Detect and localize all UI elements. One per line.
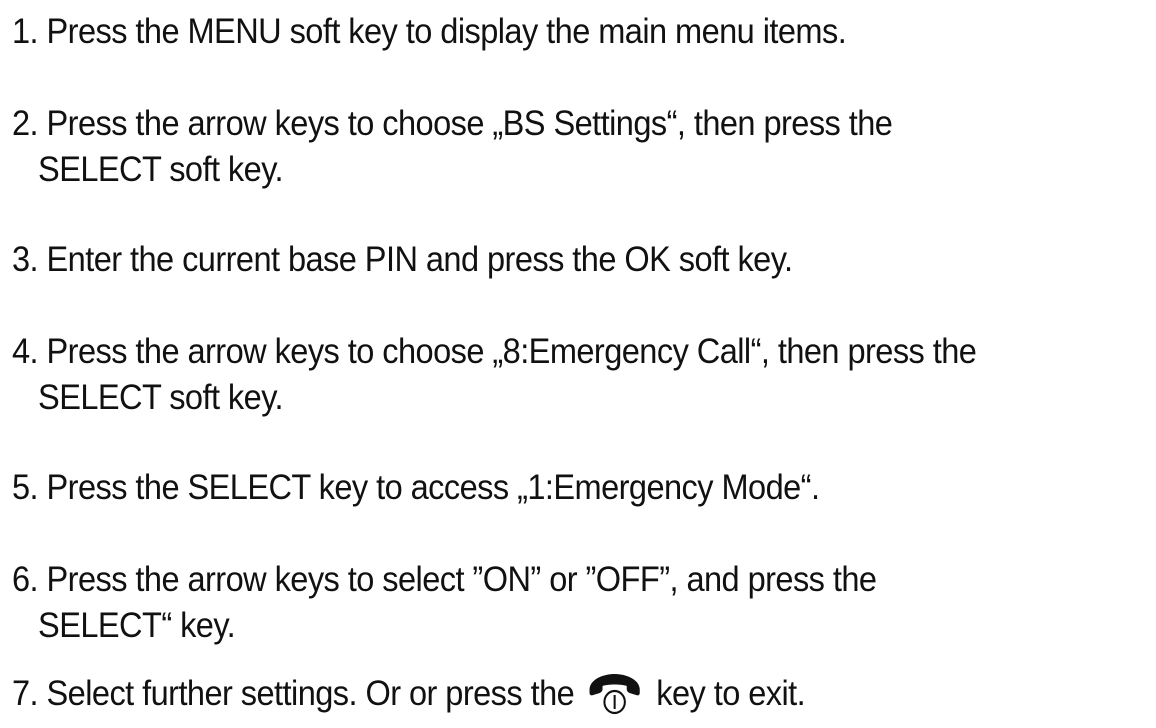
step-2: 2. Press the arrow keys to choose „BS Se… bbox=[12, 101, 959, 193]
step-text: Press the arrow keys to select ”ON” or ”… bbox=[46, 560, 877, 599]
step-number: 2. bbox=[12, 104, 39, 143]
step-4: 4. Press the arrow keys to choose „8:Eme… bbox=[12, 329, 1049, 421]
step-5: 5. Press the SELECT key to access „1:Eme… bbox=[12, 465, 880, 511]
step-text-continued: SELECT“ key. bbox=[38, 606, 236, 645]
step-6: 6. Press the arrow keys to select ”ON” o… bbox=[12, 557, 942, 649]
step-text: Press the SELECT key to access „1:Emerge… bbox=[46, 468, 820, 507]
step-text: Select further settings. Or or press the bbox=[46, 674, 575, 713]
step-number: 5. bbox=[12, 468, 39, 507]
step-number: 7. bbox=[12, 674, 39, 713]
step-text: Press the arrow keys to choose „8:Emerge… bbox=[46, 332, 977, 371]
step-7: 7. Select further settings. Or or press … bbox=[12, 671, 865, 719]
step-number: 4. bbox=[12, 332, 39, 371]
step-number: 3. bbox=[12, 240, 39, 279]
step-3: 3. Enter the current base PIN and press … bbox=[12, 237, 851, 283]
step-number: 6. bbox=[12, 560, 39, 599]
step-1: 1. Press the MENU soft key to display th… bbox=[12, 9, 909, 55]
step-text-end: key to exit. bbox=[656, 674, 806, 713]
step-text: Enter the current base PIN and press the… bbox=[46, 240, 794, 279]
step-text: Press the arrow keys to choose „BS Setti… bbox=[46, 104, 893, 143]
end-call-handset-icon bbox=[586, 669, 642, 715]
step-text-continued: SELECT soft key. bbox=[38, 378, 284, 417]
step-text: Press the MENU soft key to display the m… bbox=[46, 12, 847, 51]
step-number: 1. bbox=[12, 12, 39, 51]
step-text-continued: SELECT soft key. bbox=[38, 150, 284, 189]
